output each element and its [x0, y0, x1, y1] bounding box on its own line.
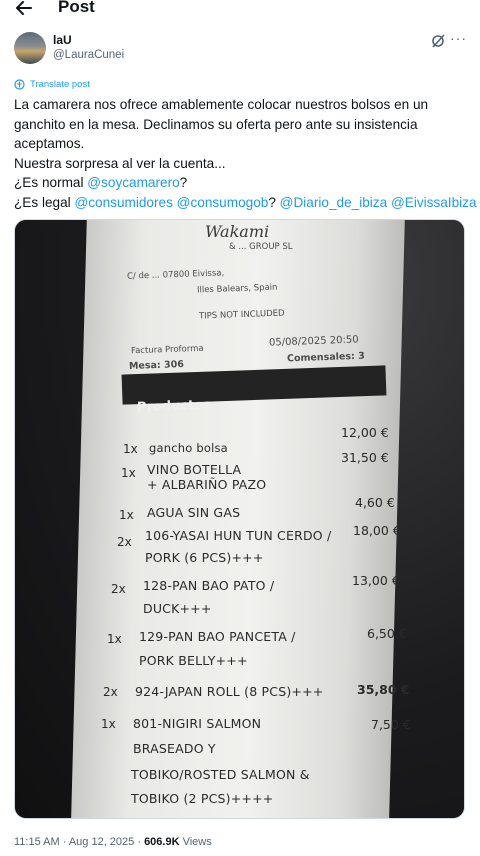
- mention-link[interactable]: @Diario_de_ibiza: [280, 195, 388, 210]
- item-name: + ALBARIÑO PAZO: [147, 477, 267, 492]
- grok-icon: [432, 34, 445, 48]
- receipt-brand: Wakami: [205, 222, 270, 241]
- post-text-fragment: ¿Es legal: [14, 194, 75, 210]
- post-photo[interactable]: Wakami & ... GROUP SL C/ de ... 07800 Ei…: [14, 219, 465, 819]
- item-price: 13,00 €: [352, 573, 400, 588]
- post-line: ganchito en la mesa. Declinamos su ofert…: [14, 116, 418, 132]
- post-line: ¿Es normal @soycamarero?: [14, 173, 470, 193]
- post-text-fragment: ?: [268, 194, 280, 210]
- item-price: 12,00 €: [341, 425, 389, 440]
- item-name: PORK BELLY+++: [139, 653, 248, 668]
- mention-link[interactable]: @EivissaIbiza: [391, 195, 477, 210]
- author-handle[interactable]: @LauraCunei: [53, 49, 124, 61]
- item-name: 924-JAPAN ROLL (8 PCS)+++: [135, 684, 324, 699]
- item-price: 6,50 €: [367, 626, 407, 641]
- top-bar: Post: [0, 0, 480, 18]
- page-title: Post: [58, 0, 95, 16]
- grok-button[interactable]: [430, 33, 446, 49]
- item-name: PORK (6 PCS)+++: [145, 550, 264, 565]
- receipt-group: & ... GROUP SL: [229, 242, 293, 252]
- item-name: DUCK+++: [143, 601, 212, 616]
- item-name: TOBIKO/ROSTED SALMON &: [131, 767, 310, 782]
- item-qty: 1x: [107, 632, 122, 646]
- post-meta: 11:15 AM · Aug 12, 2025 · 606.9K Views: [14, 836, 212, 848]
- item-name: TOBIKO (2 PCS)++++: [131, 791, 274, 806]
- item-name: 106-YASAI HUN TUN CERDO /: [145, 528, 332, 543]
- more-icon: ···: [450, 30, 467, 46]
- item-price: 4,60 €: [355, 495, 395, 510]
- mention-link[interactable]: @soycamarero: [87, 175, 179, 190]
- item-price: 18,00 €: [353, 523, 401, 538]
- item-qty: 2x: [111, 582, 126, 596]
- translate-post-link[interactable]: Translate post: [14, 79, 90, 90]
- translate-icon: [14, 79, 25, 90]
- mention-link[interactable]: @consumogob: [177, 195, 269, 210]
- item-name: AGUA SIN GAS: [147, 505, 241, 520]
- item-price: 35,80 €: [357, 682, 410, 697]
- post-text-fragment: ?: [179, 175, 188, 191]
- item-qty: 1x: [123, 442, 138, 456]
- post-text-fragment: ¿Es normal: [14, 175, 88, 191]
- more-options-button[interactable]: ···: [450, 30, 467, 46]
- mention-link[interactable]: @consumidores: [74, 195, 172, 210]
- author-name[interactable]: laU: [53, 33, 72, 47]
- post-line: La camarera nos ofrece amablemente coloc…: [14, 97, 429, 112]
- post-line: ¿Es legal @consumidores @consumogob? @Di…: [14, 193, 477, 213]
- item-name: VINO BOTELLA: [147, 462, 242, 477]
- translate-label: Translate post: [30, 79, 90, 90]
- post-line: Nuestra sorpresa al ver la cuenta...: [14, 155, 226, 171]
- item-qty: 1x: [101, 717, 116, 731]
- back-button[interactable]: [14, 0, 34, 18]
- item-name: BRASEADO Y: [133, 741, 216, 756]
- item-name: 129-PAN BAO PANCETA /: [139, 629, 296, 644]
- item-qty: 1x: [121, 466, 136, 480]
- receipt-section-title: Productos: [136, 397, 212, 416]
- post-line: aceptamos.: [14, 136, 85, 152]
- arrow-left-icon: [16, 1, 32, 15]
- item-price: 31,50 €: [341, 450, 389, 465]
- post-text: La camarera nos ofrece amablemente coloc…: [14, 95, 477, 213]
- receipt-table: Mesa: 306: [128, 359, 185, 372]
- item-qty: 2x: [117, 535, 132, 549]
- item-name: 128-PAN BAO PATO /: [143, 578, 275, 593]
- item-qty: 1x: [119, 508, 134, 522]
- view-count: 606.9K: [144, 836, 180, 848]
- item-price: 7,50 €: [371, 717, 411, 732]
- item-qty: 2x: [103, 685, 118, 699]
- avatar[interactable]: [14, 32, 46, 64]
- item-name: gancho bolsa: [149, 441, 228, 455]
- item-name: 801-NIGIRI SALMON: [133, 716, 262, 731]
- views-label: Views: [179, 836, 212, 848]
- post-timestamp[interactable]: 11:15 AM · Aug 12, 2025 ·: [14, 836, 144, 848]
